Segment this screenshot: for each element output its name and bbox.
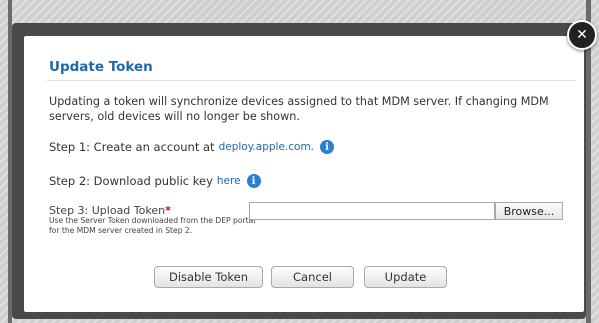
- close-icon: ✕: [576, 27, 588, 43]
- close-button[interactable]: ✕: [567, 20, 597, 50]
- update-button[interactable]: Update: [364, 266, 447, 288]
- dialog-description: Updating a token will synchronize device…: [49, 95, 549, 123]
- step-1: Step 1: Create an account at deploy.appl…: [49, 140, 335, 154]
- info-icon[interactable]: i: [246, 174, 261, 188]
- info-icon[interactable]: i: [320, 140, 335, 154]
- deploy-apple-link[interactable]: deploy.apple.com.: [219, 141, 314, 153]
- token-file-input[interactable]: [249, 202, 495, 220]
- step-1-text: Step 1: Create an account at: [49, 140, 215, 154]
- step-2: Step 2: Download public key here i: [49, 174, 261, 188]
- browse-button[interactable]: Browse...: [495, 202, 563, 220]
- update-token-dialog: Update Token Updating a token will synch…: [24, 36, 584, 312]
- step-3-help: Use the Server Token downloaded from the…: [49, 216, 256, 235]
- title-divider: [47, 80, 576, 81]
- cancel-button[interactable]: Cancel: [271, 266, 354, 288]
- step-2-text: Step 2: Download public key: [49, 174, 213, 188]
- dialog-title: Update Token: [49, 59, 153, 75]
- disable-token-button[interactable]: Disable Token: [154, 266, 263, 288]
- download-key-link[interactable]: here: [217, 175, 241, 187]
